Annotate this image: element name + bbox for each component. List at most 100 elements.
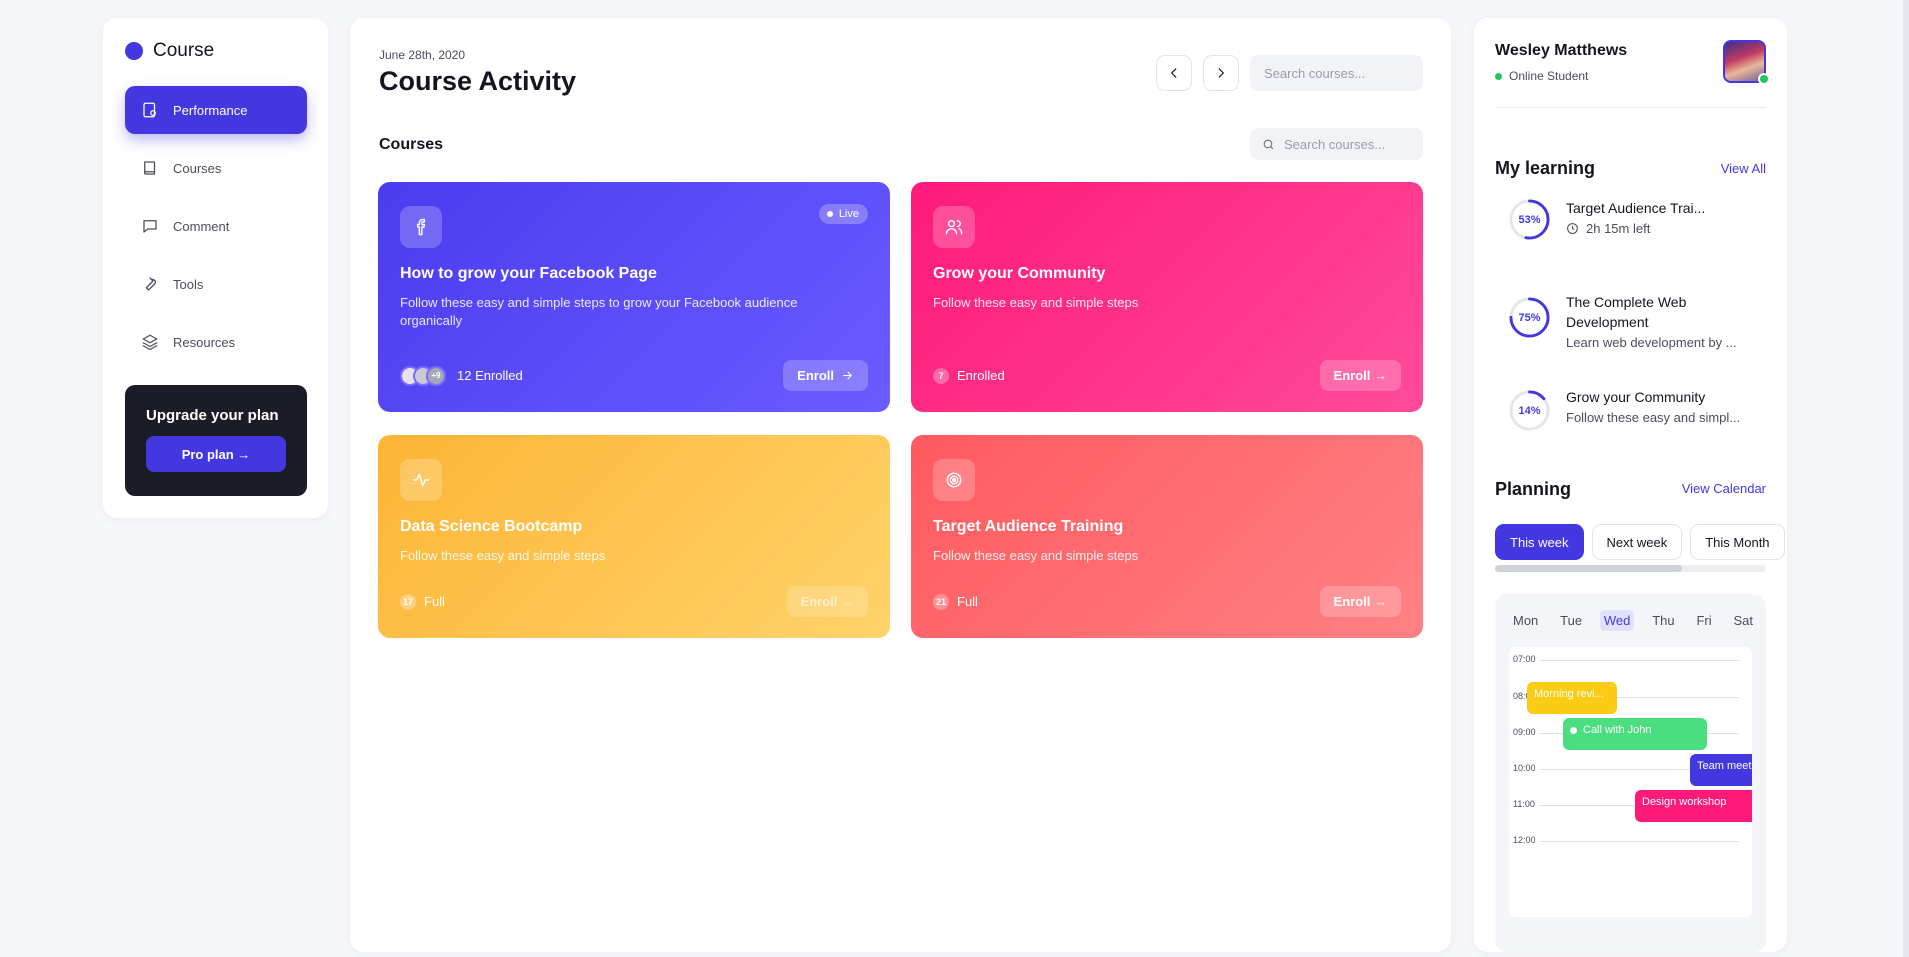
page-scrollbar[interactable] xyxy=(1903,0,1909,957)
card-description: Follow these easy and simple steps xyxy=(933,295,1139,310)
arrow-right-icon xyxy=(843,371,852,380)
time-label: 11:00 xyxy=(1513,799,1535,809)
courses-search[interactable] xyxy=(1250,128,1423,160)
page-title: Course Activity xyxy=(379,66,577,96)
course-card-community[interactable]: Grow your Community Follow these easy an… xyxy=(911,182,1423,412)
enroll-button[interactable]: Enroll xyxy=(783,360,868,391)
view-calendar-link[interactable]: View Calendar xyxy=(1682,481,1766,496)
progress-percent: 75% xyxy=(1518,311,1541,324)
tabs-scroll-thumb[interactable] xyxy=(1495,565,1682,572)
profile-status: Online Student xyxy=(1495,69,1588,83)
learning-title: Target Audience Trai... xyxy=(1566,200,1706,216)
tabs-scroll-track[interactable] xyxy=(1495,565,1766,572)
card-description: Follow these easy and simple steps xyxy=(933,548,1139,563)
enroll-button[interactable]: Enroll → xyxy=(786,586,868,617)
learning-item[interactable]: 75% The Complete Web Development Learn w… xyxy=(1495,294,1766,350)
main-content: June 28th, 2020 Course Activity Courses … xyxy=(350,18,1451,952)
chevron-left-icon xyxy=(1171,68,1177,78)
event-label: Morning revi... xyxy=(1534,688,1604,700)
day-mon[interactable]: Mon xyxy=(1509,610,1542,631)
facebook-icon xyxy=(416,218,426,236)
enrolled-label: Full xyxy=(957,594,978,609)
count-badge: 7 xyxy=(933,367,949,384)
card-footer: +9 12 Enrolled Enroll xyxy=(400,360,868,391)
enroll-button[interactable]: Enroll → xyxy=(1319,360,1401,391)
users-icon xyxy=(945,220,963,235)
card-icon-box xyxy=(400,459,442,501)
sidebar-item-resources[interactable]: Resources xyxy=(125,318,307,366)
event-label: Team meet xyxy=(1697,760,1752,772)
enrolled-label: Full xyxy=(424,594,445,609)
card-footer: 21 Full Enroll → xyxy=(933,586,1401,617)
course-card-target-audience[interactable]: Target Audience Training Follow these ea… xyxy=(911,435,1423,638)
comment-icon xyxy=(143,220,157,233)
sidebar-item-performance[interactable]: Performance xyxy=(125,86,307,134)
day-tue[interactable]: Tue xyxy=(1556,610,1586,631)
card-title: Data Science Bootcamp xyxy=(400,518,583,535)
progress-ring: 53% xyxy=(1508,198,1551,241)
time-row: 12:00 xyxy=(1509,835,1752,845)
live-badge: Live xyxy=(818,204,868,224)
prev-button[interactable] xyxy=(1156,55,1192,91)
learning-item[interactable]: 14% Grow your Community Follow these eas… xyxy=(1495,389,1766,432)
courses-section-title: Courses xyxy=(379,136,444,153)
count-badge: 21 xyxy=(933,593,949,610)
event-team-meeting[interactable]: Team meet xyxy=(1690,754,1752,786)
sidebar-item-courses[interactable]: Courses xyxy=(125,144,307,192)
upgrade-title: Upgrade your plan xyxy=(146,407,279,424)
day-sat[interactable]: Sat xyxy=(1729,610,1757,631)
online-dot-icon xyxy=(1495,72,1502,80)
upgrade-card: Upgrade your plan Pro plan → xyxy=(125,385,307,496)
learning-title: The Complete Web Development xyxy=(1566,294,1687,330)
pro-plan-button[interactable]: Pro plan → xyxy=(146,436,286,472)
day-wed[interactable]: Wed xyxy=(1599,610,1635,631)
tab-this-month[interactable]: This Month xyxy=(1690,524,1785,560)
sidebar-item-comment[interactable]: Comment xyxy=(125,202,307,250)
target-icon xyxy=(946,472,962,488)
avatar-more: +9 xyxy=(426,365,446,386)
learning-item[interactable]: 53% Target Audience Trai... 2h 15m left xyxy=(1495,198,1766,241)
sidebar-item-tools[interactable]: Tools xyxy=(125,260,307,308)
event-morning-review[interactable]: Morning revi... xyxy=(1527,682,1617,714)
day-thu[interactable]: Thu xyxy=(1648,610,1678,631)
progress-ring: 75% xyxy=(1508,296,1551,339)
courses-search-input[interactable] xyxy=(1284,136,1414,152)
event-design-workshop[interactable]: Design workshop xyxy=(1635,790,1752,822)
enroll-label: Enroll xyxy=(797,368,834,383)
view-all-link[interactable]: View All xyxy=(1721,161,1766,176)
clock-icon xyxy=(1567,223,1578,234)
event-call-with-john[interactable]: Call with John xyxy=(1563,718,1707,750)
day-fri[interactable]: Fri xyxy=(1692,610,1715,631)
time-row: 07:00 xyxy=(1509,654,1752,664)
tab-next-week[interactable]: Next week xyxy=(1591,524,1683,560)
avatar-group: +9 xyxy=(400,365,446,386)
enrolled-info: 17 Full xyxy=(400,593,445,610)
avatar-online-indicator xyxy=(1758,73,1770,85)
tab-this-week[interactable]: This week xyxy=(1495,524,1584,560)
search-icon xyxy=(1263,139,1274,149)
sidebar-item-label: Tools xyxy=(173,276,204,292)
sidebar-item-label: Courses xyxy=(173,160,222,176)
learning-subtitle: Follow these easy and simpl... xyxy=(1566,410,1741,425)
count-badge: 17 xyxy=(400,593,416,610)
next-button[interactable] xyxy=(1203,55,1239,91)
chevron-right-icon xyxy=(1218,68,1224,78)
enroll-button[interactable]: Enroll → xyxy=(1319,586,1401,617)
card-description: Follow these easy and simple steps to gr… xyxy=(400,295,798,328)
calendar-grid: 07:00 08:00 09:00 10:00 11:00 12:00 Morn… xyxy=(1509,647,1752,917)
card-footer: 7 Enrolled Enroll → xyxy=(933,360,1401,391)
card-description: Follow these easy and simple steps xyxy=(400,548,606,563)
search-input[interactable] xyxy=(1250,55,1423,91)
enrolled-info: +9 12 Enrolled xyxy=(400,365,523,386)
progress-percent: 14% xyxy=(1518,404,1541,417)
time-label: 12:00 xyxy=(1513,835,1536,845)
course-card-facebook[interactable]: Live How to grow your Facebook Page Foll… xyxy=(378,182,890,412)
event-dot-icon xyxy=(1570,727,1577,734)
card-icon-box xyxy=(400,206,442,248)
my-learning-title: My learning xyxy=(1495,158,1596,178)
brand[interactable]: Course xyxy=(125,40,214,62)
course-card-data-science[interactable]: Data Science Bootcamp Follow these easy … xyxy=(378,435,890,638)
enrolled-info: 21 Full xyxy=(933,593,978,610)
performance-icon xyxy=(143,102,156,118)
progress-ring: 14% xyxy=(1508,389,1551,432)
